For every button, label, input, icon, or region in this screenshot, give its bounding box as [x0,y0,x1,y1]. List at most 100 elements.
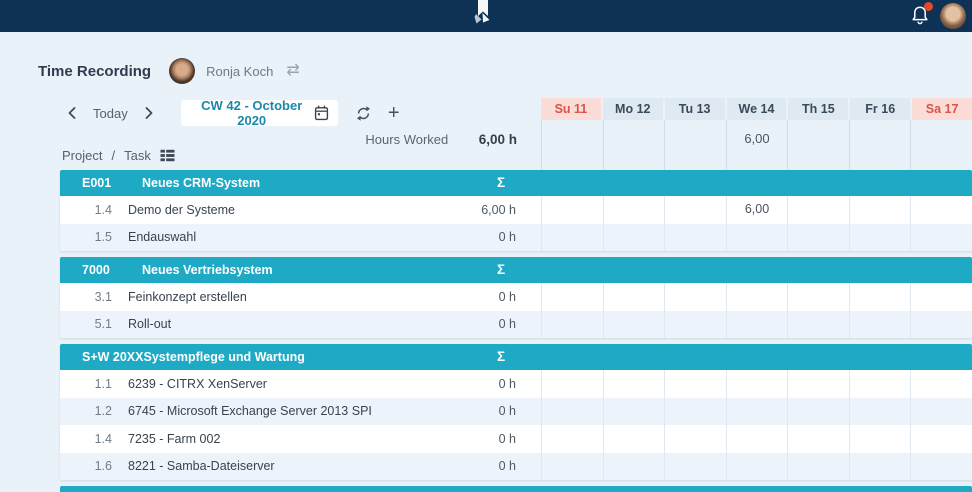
day-entry-cell[interactable] [541,453,603,481]
day-entry-cell[interactable] [603,398,665,426]
day-entry-cell[interactable] [787,425,849,453]
task-info: 3.1Feinkonzept erstellen0 h [60,283,541,311]
day-entry-cell[interactable] [787,283,849,311]
day-entry-cell[interactable] [910,398,972,426]
day-total-cell [541,120,603,170]
task-info: 1.16239 - CITRX XenServer0 h [60,370,541,398]
day-entry-cell[interactable] [603,311,665,339]
day-entry-cell[interactable] [910,283,972,311]
add-entry-button[interactable]: + [384,103,404,123]
sigma-sum-header: Σ [497,344,505,370]
day-header-mo: Mo 12 [603,98,663,120]
task-day-cells [541,425,972,453]
project-section: 7000Neues VertriebsystemΣ3.1Feinkonzept … [60,257,972,338]
week-picker[interactable]: CW 42 - October 2020 [181,100,338,126]
task-row[interactable]: 1.26745 - Microsoft Exchange Server 2013… [60,398,972,426]
day-entry-cell[interactable] [541,425,603,453]
day-entry-cell[interactable] [726,453,788,481]
task-day-cells [541,283,972,311]
day-entry-cell[interactable] [726,425,788,453]
day-entry-cell[interactable] [910,311,972,339]
refresh-icon[interactable] [354,103,374,123]
day-entry-cell[interactable] [603,425,665,453]
task-row[interactable]: 5.1Roll-out0 h [60,311,972,339]
task-code: 1.6 [60,459,112,473]
day-entry-cell[interactable] [849,425,911,453]
task-row[interactable]: 1.16239 - CITRX XenServer0 h [60,370,972,398]
day-entry-cell[interactable] [664,283,726,311]
day-entry-cell[interactable] [664,224,726,252]
switch-user-icon[interactable]: ⇄ [286,63,299,79]
notifications-bell-icon[interactable] [910,4,932,28]
day-entry-cell[interactable] [849,453,911,481]
day-entry-cell[interactable] [541,398,603,426]
next-week-button[interactable] [139,103,159,123]
day-entry-cell[interactable] [849,311,911,339]
task-row[interactable]: 1.68221 - Samba-Dateiserver0 h [60,453,972,481]
task-row[interactable]: 1.5Endauswahl0 h [60,224,972,252]
day-entry-cell[interactable] [787,398,849,426]
day-header-th: Th 15 [788,98,848,120]
today-button[interactable]: Today [93,106,128,121]
day-entry-cell[interactable] [787,311,849,339]
hours-worked-label: Hours Worked [365,132,448,147]
day-entry-cell[interactable] [787,224,849,252]
task-total-hours: 0 h [499,404,541,418]
day-entry-cell[interactable] [726,224,788,252]
top-app-bar [0,0,972,32]
day-entry-cell[interactable] [726,311,788,339]
day-entry-cell[interactable] [849,283,911,311]
task-day-cells [541,370,972,398]
task-row[interactable]: 1.47235 - Farm 0020 h [60,425,972,453]
day-entry-cell[interactable] [664,425,726,453]
day-entry-cell[interactable] [726,283,788,311]
day-entry-cell[interactable] [541,196,603,224]
day-entry-cell[interactable] [910,425,972,453]
employee-name: Ronja Koch [206,64,273,79]
previous-week-button[interactable] [62,103,82,123]
day-entry-cell[interactable] [541,370,603,398]
project-header: E001Neues CRM-SystemΣ [60,170,972,196]
day-entry-cell[interactable] [910,370,972,398]
day-entry-cell[interactable] [603,283,665,311]
day-entry-cell[interactable] [603,224,665,252]
day-entry-cell[interactable] [664,453,726,481]
day-entry-cell[interactable] [664,311,726,339]
day-total-cell [787,120,849,170]
day-entry-cell[interactable] [910,224,972,252]
task-row[interactable]: 1.4Demo der Systeme6,00 h6,00 [60,196,972,224]
task-row[interactable]: 3.1Feinkonzept erstellen0 h [60,283,972,311]
week-picker-value: CW 42 - October 2020 [190,98,314,128]
day-entry-cell[interactable] [726,398,788,426]
task-code: 3.1 [60,290,112,304]
day-entry-cell[interactable] [787,453,849,481]
day-entry-cell[interactable] [541,283,603,311]
day-entry-cell[interactable] [910,196,972,224]
day-entry-cell[interactable] [787,196,849,224]
day-entry-cell[interactable] [849,196,911,224]
day-entry-cell[interactable]: 6,00 [726,196,788,224]
account-avatar[interactable] [940,3,966,29]
day-entry-cell[interactable] [603,196,665,224]
table-rows-icon[interactable] [160,149,175,162]
employee-avatar [169,58,195,84]
task-name: Feinkonzept erstellen [128,290,499,304]
day-entry-cell[interactable] [541,224,603,252]
task-name: 7235 - Farm 002 [128,432,499,446]
day-entry-cell[interactable] [910,453,972,481]
day-entry-cell[interactable] [664,398,726,426]
day-entry-cell[interactable] [849,224,911,252]
day-entry-cell[interactable] [603,453,665,481]
day-entry-cell[interactable] [541,311,603,339]
day-entry-cell[interactable] [664,370,726,398]
day-entry-cell[interactable] [787,370,849,398]
day-entry-cell[interactable] [849,370,911,398]
day-entry-cell[interactable] [726,370,788,398]
day-header-su: Su 11 [541,98,601,120]
task-name: 6745 - Microsoft Exchange Server 2013 SP… [128,404,499,418]
project-header-partial [60,486,972,492]
day-entry-cell[interactable] [664,196,726,224]
task-code: 1.5 [60,230,112,244]
day-entry-cell[interactable] [849,398,911,426]
day-entry-cell[interactable] [603,370,665,398]
